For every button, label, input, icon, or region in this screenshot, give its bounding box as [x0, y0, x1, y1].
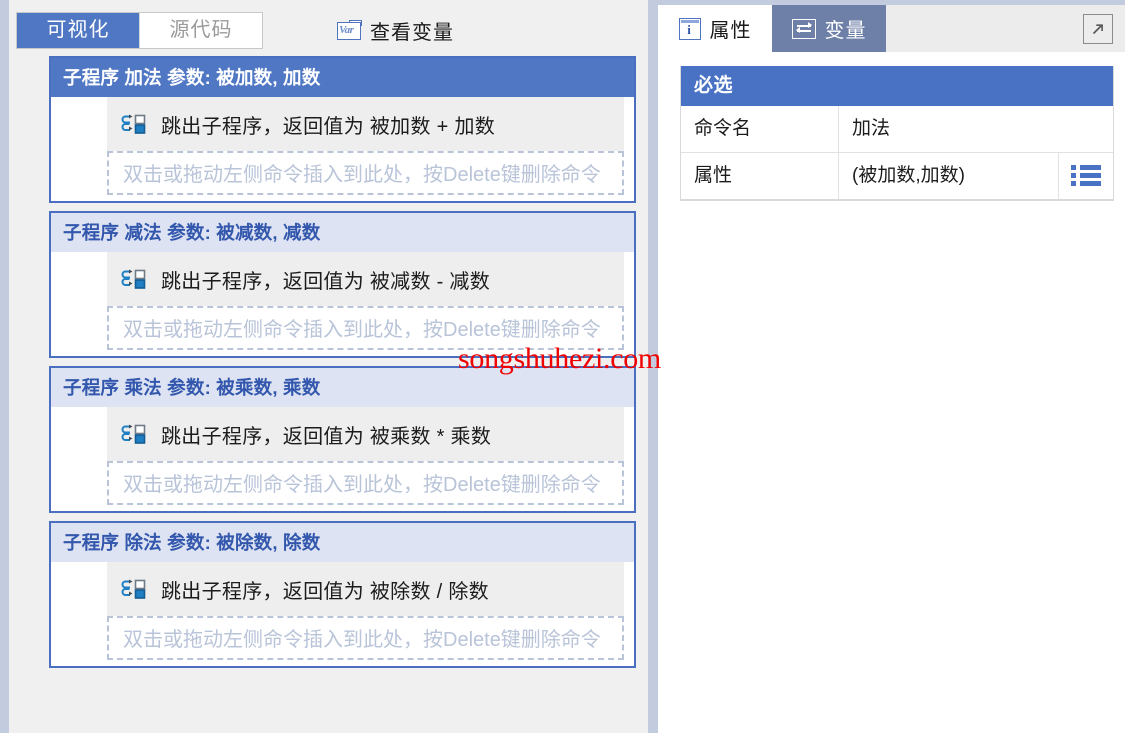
drop-placeholder[interactable]: 双击或拖动左侧命令插入到此处，按Delete键删除命令 — [107, 616, 624, 660]
editor-toolbar: 可视化 源代码 Var 查看变量 — [9, 0, 648, 56]
property-value[interactable]: 加法 — [839, 106, 1113, 152]
subroutine-block[interactable]: 子程序 减法 参数: 被减数, 减数 跳出子程序，返回值为 被减数 - 减数 双… — [49, 211, 636, 358]
subroutine-block[interactable]: 子程序 除法 参数: 被除数, 除数 跳出子程序，返回值为 被除数 / 除数 双… — [49, 521, 636, 668]
expand-arrow-icon[interactable] — [1083, 13, 1113, 44]
tab-variables-label: 变量 — [824, 20, 867, 42]
tab-visualization[interactable]: 可视化 — [17, 13, 139, 48]
subroutine-header[interactable]: 子程序 加法 参数: 被加数, 加数 — [51, 58, 634, 97]
property-row: 命令名 加法 — [681, 106, 1113, 153]
subroutine-header[interactable]: 子程序 除法 参数: 被除数, 除数 — [51, 523, 634, 562]
inspector-pane: i 属性 变量 必选 命令名 加法 属性 (被加数,加数) — [658, 0, 1125, 733]
var-icon: Var — [337, 19, 363, 42]
return-from-subroutine-icon — [107, 97, 161, 151]
subroutine-block[interactable]: 子程序 加法 参数: 被加数, 加数 跳出子程序，返回值为 被加数 + 加数 双… — [49, 56, 636, 203]
subroutine-body: 跳出子程序，返回值为 被减数 - 减数 双击或拖动左侧命令插入到此处，按Dele… — [51, 252, 634, 356]
inspector-tabbar: i 属性 变量 — [658, 5, 1125, 52]
subroutine-header[interactable]: 子程序 减法 参数: 被减数, 减数 — [51, 213, 634, 252]
pane-divider[interactable] — [648, 0, 658, 733]
statement-row[interactable]: 跳出子程序，返回值为 被除数 / 除数 — [107, 562, 624, 616]
statement-row[interactable]: 跳出子程序，返回值为 被减数 - 减数 — [107, 252, 624, 306]
view-mode-switch: 可视化 源代码 — [16, 12, 263, 49]
property-key: 属性 — [681, 153, 839, 199]
properties-section-title: 必选 — [681, 66, 1113, 106]
drop-placeholder[interactable]: 双击或拖动左侧命令插入到此处，按Delete键删除命令 — [107, 151, 624, 195]
view-variables-button[interactable]: Var 查看变量 — [337, 16, 454, 45]
subroutine-body: 跳出子程序，返回值为 被除数 / 除数 双击或拖动左侧命令插入到此处，按Dele… — [51, 562, 634, 666]
info-icon: i — [678, 17, 701, 40]
property-value[interactable]: (被加数,加数) — [839, 153, 1058, 199]
var-icon-label: Var — [339, 23, 354, 36]
app-root: 可视化 源代码 Var 查看变量 子程序 加法 参数: 被加数, 加数 跳出子程… — [0, 0, 1125, 733]
view-variables-label: 查看变量 — [370, 22, 454, 44]
left-rail — [0, 0, 9, 733]
tab-source-code[interactable]: 源代码 — [139, 13, 262, 48]
visual-editor-pane: 可视化 源代码 Var 查看变量 子程序 加法 参数: 被加数, 加数 跳出子程… — [0, 0, 648, 733]
tab-properties[interactable]: i 属性 — [658, 5, 772, 52]
subroutine-body: 跳出子程序，返回值为 被加数 + 加数 双击或拖动左侧命令插入到此处，按Dele… — [51, 97, 634, 201]
property-key: 命令名 — [681, 106, 839, 152]
tab-variables[interactable]: 变量 — [772, 5, 886, 52]
list-icon — [1071, 165, 1101, 187]
subroutine-body: 跳出子程序，返回值为 被乘数 * 乘数 双击或拖动左侧命令插入到此处，按Dele… — [51, 407, 634, 511]
drop-placeholder[interactable]: 双击或拖动左侧命令插入到此处，按Delete键删除命令 — [107, 461, 624, 505]
tabbar-spacer — [886, 5, 1083, 52]
property-row: 属性 (被加数,加数) — [681, 153, 1113, 200]
tab-properties-label: 属性 — [709, 20, 752, 42]
drop-placeholder[interactable]: 双击或拖动左侧命令插入到此处，按Delete键删除命令 — [107, 306, 624, 350]
subroutine-block[interactable]: 子程序 乘法 参数: 被乘数, 乘数 跳出子程序，返回值为 被乘数 * 乘数 双… — [49, 366, 636, 513]
properties-table: 必选 命令名 加法 属性 (被加数,加数) — [680, 66, 1114, 201]
program-canvas[interactable]: 子程序 加法 参数: 被加数, 加数 跳出子程序，返回值为 被加数 + 加数 双… — [9, 56, 648, 733]
property-list-button[interactable] — [1058, 153, 1113, 199]
statement-row[interactable]: 跳出子程序，返回值为 被加数 + 加数 — [107, 97, 624, 151]
return-from-subroutine-icon — [107, 562, 161, 616]
statement-row[interactable]: 跳出子程序，返回值为 被乘数 * 乘数 — [107, 407, 624, 461]
return-from-subroutine-icon — [107, 252, 161, 306]
subroutine-header[interactable]: 子程序 乘法 参数: 被乘数, 乘数 — [51, 368, 634, 407]
statement-text: 跳出子程序，返回值为 被加数 + 加数 — [161, 115, 496, 138]
swap-arrows-icon — [791, 18, 816, 39]
statement-text: 跳出子程序，返回值为 被乘数 * 乘数 — [161, 425, 492, 448]
return-from-subroutine-icon — [107, 407, 161, 461]
statement-text: 跳出子程序，返回值为 被减数 - 减数 — [161, 270, 491, 293]
statement-text: 跳出子程序，返回值为 被除数 / 除数 — [161, 580, 489, 603]
